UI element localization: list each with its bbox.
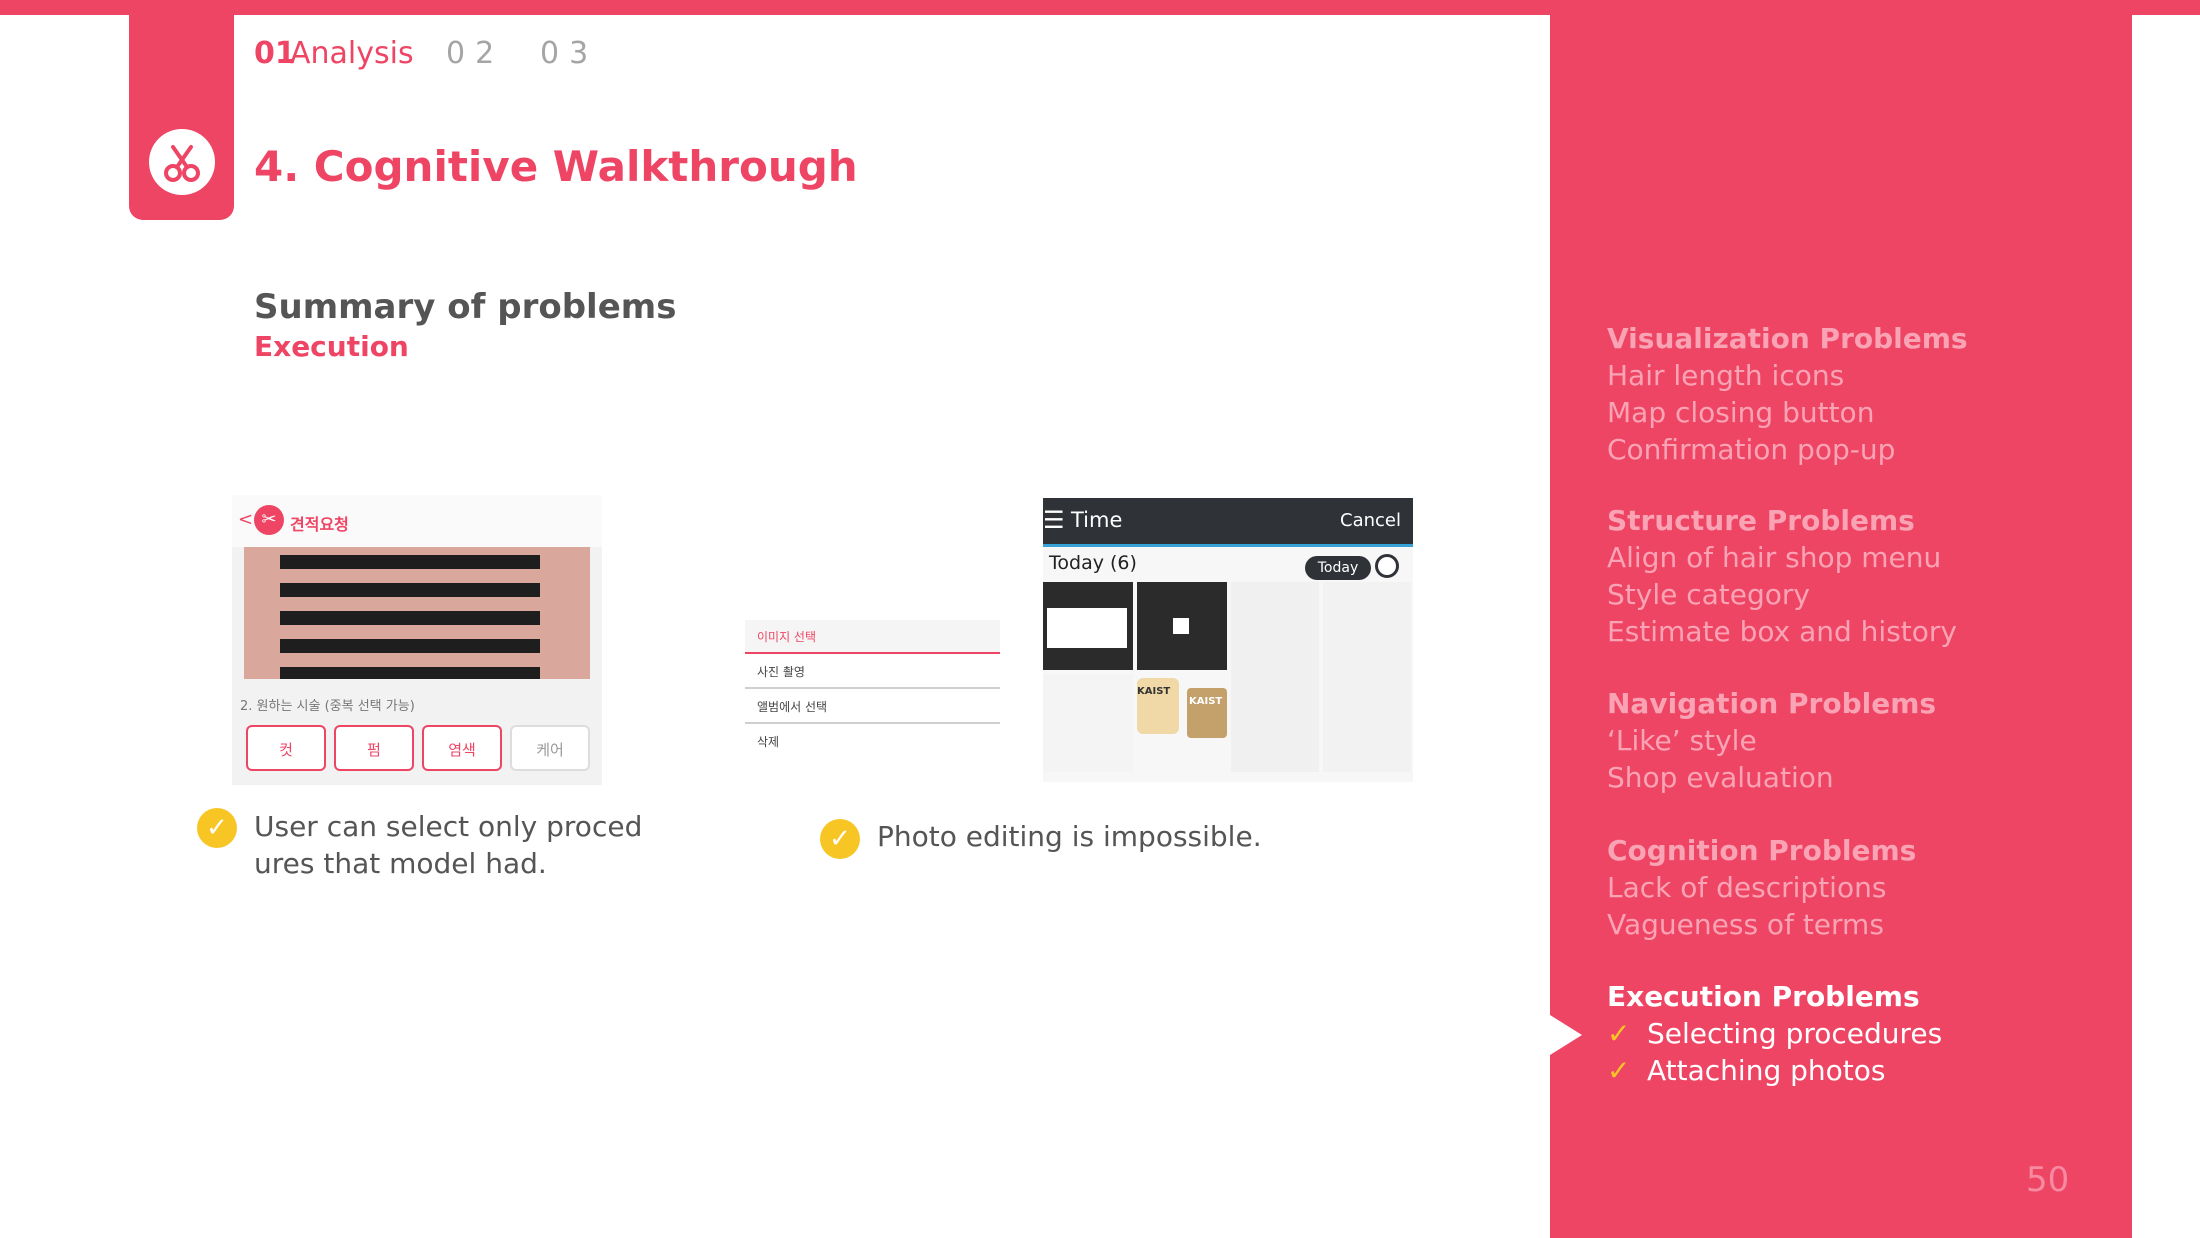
top-accent-bar <box>0 0 2200 15</box>
current-section-pointer <box>1550 1015 1582 1055</box>
procedure-question: 2. 원하는 시술 (중복 선택 가능) <box>240 699 415 714</box>
gallery-cancel: Cancel <box>1340 510 1401 531</box>
group-item: Align of hair shop menu <box>1607 541 1942 574</box>
screenshot-header <box>232 495 602 547</box>
stripe <box>280 555 540 569</box>
problem-group-navigation: Navigation Problems ‘Like’ style Shop ev… <box>1607 685 1936 796</box>
scissors-icon <box>149 129 215 195</box>
group-item: Map closing button <box>1607 396 1875 429</box>
group-item: Lack of descriptions <box>1607 871 1887 904</box>
stripe <box>280 583 540 597</box>
group-item: Style category <box>1607 578 1810 611</box>
group-title[interactable]: Execution Problems <box>1607 978 1942 1015</box>
screenshot-title: 견적요청 <box>290 515 349 534</box>
group-title[interactable]: Visualization Problems <box>1607 320 1968 357</box>
problem-group-execution: Execution Problems ✓ Selecting procedures… <box>1607 978 1942 1089</box>
menu-item-delete: 삭제 <box>757 735 780 749</box>
nav-analysis-label[interactable]: Analysis <box>290 36 414 71</box>
group-title[interactable]: Structure Problems <box>1607 502 1957 539</box>
thumbnail-detail <box>1047 608 1127 648</box>
image-menu-screenshot: 이미지 선택 사진 촬영 앨범에서 선택 삭제 <box>745 620 1000 750</box>
caption-selection: User can select only proced ures that mo… <box>254 810 643 880</box>
group-item-attaching: ✓ Attaching photos <box>1607 1052 1942 1089</box>
group-item-selecting: ✓ Selecting procedures <box>1607 1015 1942 1052</box>
check-icon: ✓ <box>1607 1054 1631 1087</box>
stripe <box>280 611 540 625</box>
problem-group-structure: Structure Problems Align of hair shop me… <box>1607 502 1957 650</box>
group-item-label: Selecting procedures <box>1647 1017 1943 1050</box>
nav-03[interactable]: 03 <box>540 36 598 71</box>
group-item: Hair length icons <box>1607 359 1845 392</box>
group-item: Shop evaluation <box>1607 761 1834 794</box>
thumbnail-text: KAIST <box>1137 686 1171 697</box>
gallery-title: Time <box>1071 508 1123 532</box>
group-item: Estimate box and history <box>1607 615 1957 648</box>
thumbnail <box>1043 674 1133 772</box>
group-item: Vagueness of terms <box>1607 908 1884 941</box>
stripe <box>280 639 540 653</box>
thumbnail <box>1231 582 1319 772</box>
group-item: ‘Like’ style <box>1607 724 1757 757</box>
thumbnail <box>1323 582 1411 772</box>
stripe <box>280 667 540 679</box>
check-circle-icon: ✓ <box>820 819 860 859</box>
back-chevron-icon: < <box>238 509 254 530</box>
page-number: 50 <box>2026 1160 2070 1200</box>
summary-title: Summary of problems <box>254 287 677 327</box>
radio-icon <box>1375 554 1399 578</box>
problem-group-cognition: Cognition Problems Lack of descriptions … <box>1607 832 1916 943</box>
menu-icon: ☰ <box>1043 506 1065 534</box>
nav-02[interactable]: 02 <box>446 36 504 71</box>
menu-item-select-image: 이미지 선택 <box>745 620 1000 654</box>
quote-request-screenshot: < ✂ 견적요청 2. 원하는 시술 (중복 선택 가능) 컷 펌 염색 케어 <box>232 495 602 785</box>
check-icon: ✓ <box>1607 1017 1631 1050</box>
gallery-screenshot: ☰ Time Cancel Today (6) Today KAIST KAIS… <box>1043 498 1413 782</box>
option-cut: 컷 <box>246 725 326 771</box>
problem-group-visualization: Visualization Problems Hair length icons… <box>1607 320 1968 468</box>
option-dye: 염색 <box>422 725 502 771</box>
striped-sweater-photo <box>244 547 590 679</box>
group-item: Confirmation pop-up <box>1607 433 1896 466</box>
thumbnail-text: KAIST <box>1189 696 1223 707</box>
option-perm: 펌 <box>334 725 414 771</box>
menu-item-select-album: 앨범에서 선택 <box>745 690 1000 724</box>
menu-item-take-photo: 사진 촬영 <box>745 655 1000 689</box>
page-title: 4. Cognitive Walkthrough <box>254 142 858 191</box>
caption-photo-editing: Photo editing is impossible. <box>877 820 1262 853</box>
group-title[interactable]: Cognition Problems <box>1607 832 1916 869</box>
group-title[interactable]: Navigation Problems <box>1607 685 1936 722</box>
summary-subtitle: Execution <box>254 330 409 363</box>
thumbnail-detail <box>1173 618 1189 634</box>
check-circle-icon: ✓ <box>197 808 237 848</box>
scissors-icon: ✂ <box>254 505 284 535</box>
option-care: 케어 <box>510 725 590 771</box>
group-item-label: Attaching photos <box>1647 1054 1886 1087</box>
today-pill: Today <box>1305 556 1371 580</box>
today-label: Today (6) <box>1049 552 1137 574</box>
